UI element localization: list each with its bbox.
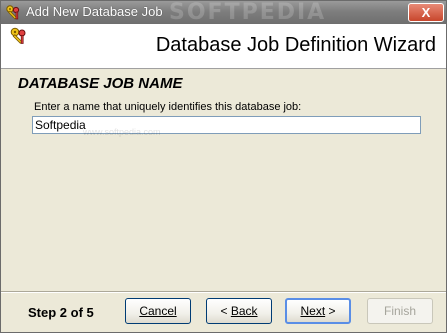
title-watermark: SOFTPEDIA: [169, 0, 327, 25]
close-icon: X: [421, 5, 431, 20]
window-title: Add New Database Job: [26, 4, 163, 19]
back-label: Back: [230, 304, 258, 318]
wizard-window: Add New Database Job SOFTPEDIA X Databas…: [0, 0, 447, 333]
cancel-label: Cancel: [139, 304, 177, 318]
wizard-title: Database Job Definition Wizard: [155, 34, 436, 56]
next-arrow-icon: >: [325, 304, 336, 318]
cancel-button[interactable]: Cancel: [125, 298, 191, 324]
wizard-body: DATABASE JOB NAME Enter a name that uniq…: [1, 69, 446, 291]
keys-icon: [10, 27, 26, 44]
section-title: DATABASE JOB NAME: [18, 75, 183, 92]
back-arrow-icon: <: [220, 304, 231, 318]
close-button[interactable]: X: [408, 3, 444, 22]
back-button[interactable]: < Back: [206, 298, 272, 324]
input-watermark: www.softpedia.com: [83, 127, 161, 137]
wizard-header: Database Job Definition Wizard: [1, 24, 446, 69]
next-label: Next: [300, 304, 326, 318]
step-indicator: Step 2 of 5: [28, 305, 94, 320]
job-name-label: Enter a name that uniquely identifies th…: [34, 101, 302, 113]
keys-icon: [6, 5, 20, 20]
finish-button[interactable]: Finish: [367, 298, 433, 324]
wizard-footer: Step 2 of 5 Cancel < Back Next > Finish: [1, 292, 446, 332]
title-bar[interactable]: Add New Database Job SOFTPEDIA X: [1, 0, 446, 25]
finish-label: Finish: [383, 304, 416, 318]
next-button[interactable]: Next >: [285, 298, 351, 324]
